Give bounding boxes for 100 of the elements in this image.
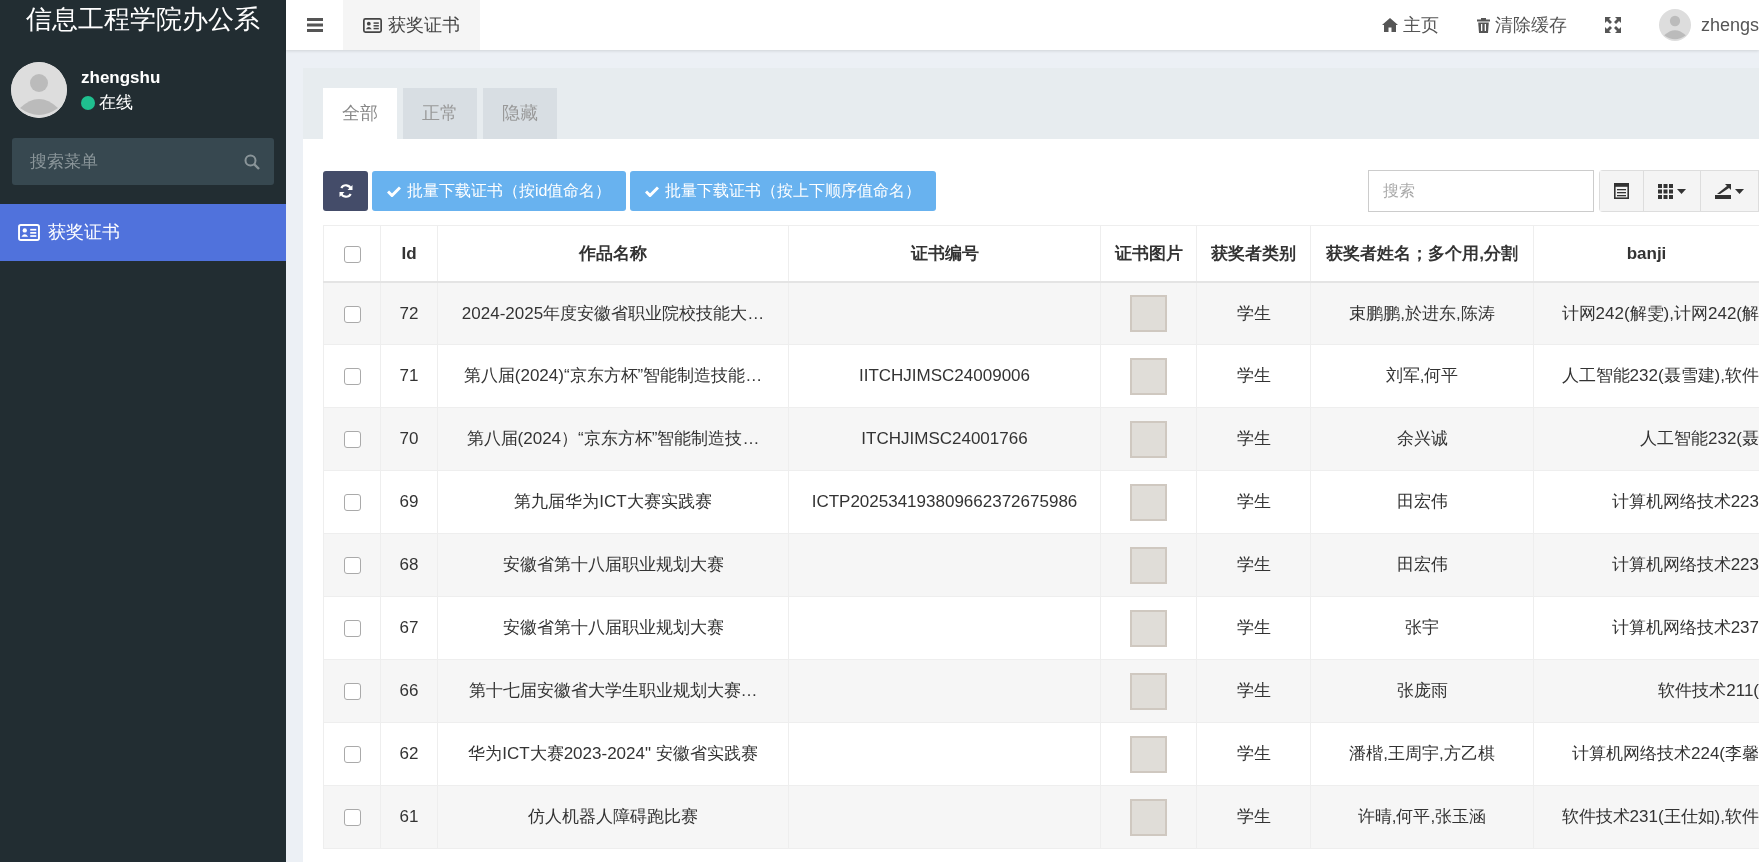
table-cell: 72 bbox=[399, 303, 419, 323]
table-cell: 张庞雨 bbox=[1396, 681, 1448, 701]
table-cell: 计算机网络技术223 bbox=[1611, 492, 1759, 512]
row-checkbox[interactable] bbox=[343, 494, 361, 512]
row-checkbox[interactable] bbox=[343, 809, 361, 827]
row-checkbox[interactable] bbox=[343, 620, 361, 638]
fullscreen-icon[interactable] bbox=[1604, 17, 1621, 33]
refresh-icon bbox=[338, 184, 353, 198]
table-cell: 束鹏鹏,於进东,陈涛 bbox=[1349, 303, 1495, 323]
caret-icon bbox=[1677, 188, 1686, 194]
avatar-icon bbox=[1658, 9, 1691, 41]
table-cell: 61 bbox=[399, 807, 419, 827]
table-cell: IITCHJIMSC24009006 bbox=[859, 366, 1030, 386]
table-cell: 田宏伟 bbox=[1396, 492, 1448, 512]
table-cell: 学生 bbox=[1236, 555, 1271, 575]
table-cell: 计算机网络技术223 bbox=[1611, 555, 1759, 575]
column-header[interactable]: Id bbox=[401, 243, 417, 263]
table-cell: 学生 bbox=[1236, 618, 1271, 638]
certificate-thumbnail[interactable] bbox=[1130, 609, 1167, 647]
search-icon[interactable] bbox=[244, 153, 260, 170]
certificate-thumbnail[interactable] bbox=[1130, 798, 1167, 836]
page-tab[interactable]: 获奖证书 bbox=[343, 0, 480, 50]
user-name[interactable]: zhengs bbox=[1700, 11, 1759, 39]
table-cell: 田宏伟 bbox=[1396, 555, 1448, 575]
table-cell: 71 bbox=[399, 366, 419, 386]
column-header[interactable]: 证书编号 bbox=[910, 243, 979, 263]
certificate-thumbnail[interactable] bbox=[1130, 357, 1167, 395]
table-cell: 第八届(2024)“京东方杯”智能制造技能… bbox=[463, 366, 763, 386]
table-cell: 2024-2025年度安徽省职业院校技能大… bbox=[461, 303, 765, 323]
table-cell: 学生 bbox=[1236, 492, 1271, 512]
table-cell: 计算机网络技术237 bbox=[1611, 618, 1759, 638]
menu-icon[interactable] bbox=[306, 18, 323, 32]
user-name: zhengshu bbox=[81, 66, 161, 89]
certificate-thumbnail[interactable] bbox=[1130, 420, 1167, 458]
id-card-icon bbox=[363, 17, 382, 33]
table-cell: 第九届华为ICT大赛实践赛 bbox=[514, 492, 712, 512]
table-cell: 张宇 bbox=[1405, 618, 1439, 638]
table-cell: 学生 bbox=[1236, 429, 1271, 449]
certificate-thumbnail[interactable] bbox=[1130, 294, 1167, 332]
table-cell: ITCHJIMSC24001766 bbox=[861, 429, 1028, 449]
column-header[interactable]: banji bbox=[1626, 243, 1667, 263]
table-cell: 人工智能232(聂雪建),软件 bbox=[1561, 366, 1759, 386]
avatar-icon bbox=[11, 62, 67, 118]
table-cell: 潘楷,王周宇,方乙棋 bbox=[1349, 744, 1495, 764]
table-cell: 计算机网络技术224(李馨 bbox=[1571, 744, 1759, 764]
table-cell: 第八届(2024）“京东方杯”智能制造技… bbox=[466, 429, 760, 449]
table-cell: 69 bbox=[399, 492, 419, 512]
table-cell: 人工智能232(聂 bbox=[1639, 429, 1759, 449]
trash-link[interactable]: 清除缓存 bbox=[1457, 11, 1586, 39]
home-link[interactable]: 主页 bbox=[1362, 11, 1458, 39]
menu-item[interactable]: 获奖证书 bbox=[0, 204, 286, 261]
row-checkbox[interactable] bbox=[343, 368, 361, 386]
row-checkbox[interactable] bbox=[343, 305, 361, 323]
certificate-thumbnail[interactable] bbox=[1130, 672, 1167, 710]
table-cell: 安徽省第十八届职业规划大赛 bbox=[502, 618, 724, 638]
trash-icon bbox=[1476, 17, 1490, 33]
check-icon bbox=[387, 185, 401, 197]
row-checkbox[interactable] bbox=[343, 431, 361, 449]
table-cell: 学生 bbox=[1236, 681, 1271, 701]
row-checkbox[interactable] bbox=[343, 557, 361, 575]
grid-icon bbox=[1658, 183, 1673, 199]
row-checkbox[interactable] bbox=[343, 683, 361, 701]
table-cell: 仿人机器人障碍跑比赛 bbox=[528, 807, 698, 827]
table-cell: 刘军,何平 bbox=[1385, 366, 1459, 386]
certificate-thumbnail[interactable] bbox=[1130, 546, 1167, 584]
table-cell: 软件技术231(王仕如),软件 bbox=[1561, 807, 1759, 827]
table-cell: 安徽省第十八届职业规划大赛 bbox=[502, 555, 724, 575]
column-header[interactable]: 作品名称 bbox=[579, 243, 647, 263]
table-cell: ICTP202534193809662372675986 bbox=[811, 492, 1078, 512]
table-cell: 70 bbox=[399, 429, 419, 449]
home-icon bbox=[1381, 18, 1398, 32]
select-all-checkbox[interactable] bbox=[343, 245, 361, 263]
table-cell: 学生 bbox=[1236, 807, 1271, 827]
certificate-thumbnail[interactable] bbox=[1130, 735, 1167, 773]
table-cell: 66 bbox=[399, 681, 419, 701]
caret-icon bbox=[1735, 188, 1744, 194]
row-checkbox[interactable] bbox=[343, 746, 361, 764]
table-cell: 软件技术211( bbox=[1658, 681, 1759, 701]
certificate-thumbnail[interactable] bbox=[1130, 483, 1167, 521]
table-cell: 余兴诚 bbox=[1396, 429, 1448, 449]
table-cell: 学生 bbox=[1236, 366, 1271, 386]
table-cell: 计网242(解雯),计网242(解 bbox=[1561, 303, 1759, 323]
refresh-button[interactable] bbox=[323, 171, 368, 211]
table-cell: 学生 bbox=[1236, 303, 1271, 323]
table-cell: 第十七届安徽省大学生职业规划大赛… bbox=[468, 681, 758, 701]
search-field[interactable]: 搜索 bbox=[1368, 170, 1594, 212]
id-card-icon bbox=[18, 224, 40, 241]
table-cell: 62 bbox=[399, 744, 419, 764]
table-cell: 学生 bbox=[1236, 744, 1271, 764]
menu-search-field[interactable]: 搜索菜单 bbox=[12, 138, 274, 185]
check-icon bbox=[645, 185, 660, 197]
filter-tab[interactable]: 全部 bbox=[323, 88, 397, 139]
list-icon bbox=[1614, 183, 1629, 199]
table-cell: 华为ICT大赛2023-2024" 安徽省实践赛 bbox=[468, 744, 758, 764]
search-input[interactable]: 搜索菜单 bbox=[28, 138, 244, 185]
status-text: 在线 bbox=[99, 92, 133, 114]
export-icon bbox=[1715, 183, 1731, 199]
table-cell: 68 bbox=[399, 555, 419, 575]
list-button[interactable] bbox=[1600, 171, 1644, 211]
table-cell: 许晴,何平,张玉涵 bbox=[1357, 807, 1487, 827]
